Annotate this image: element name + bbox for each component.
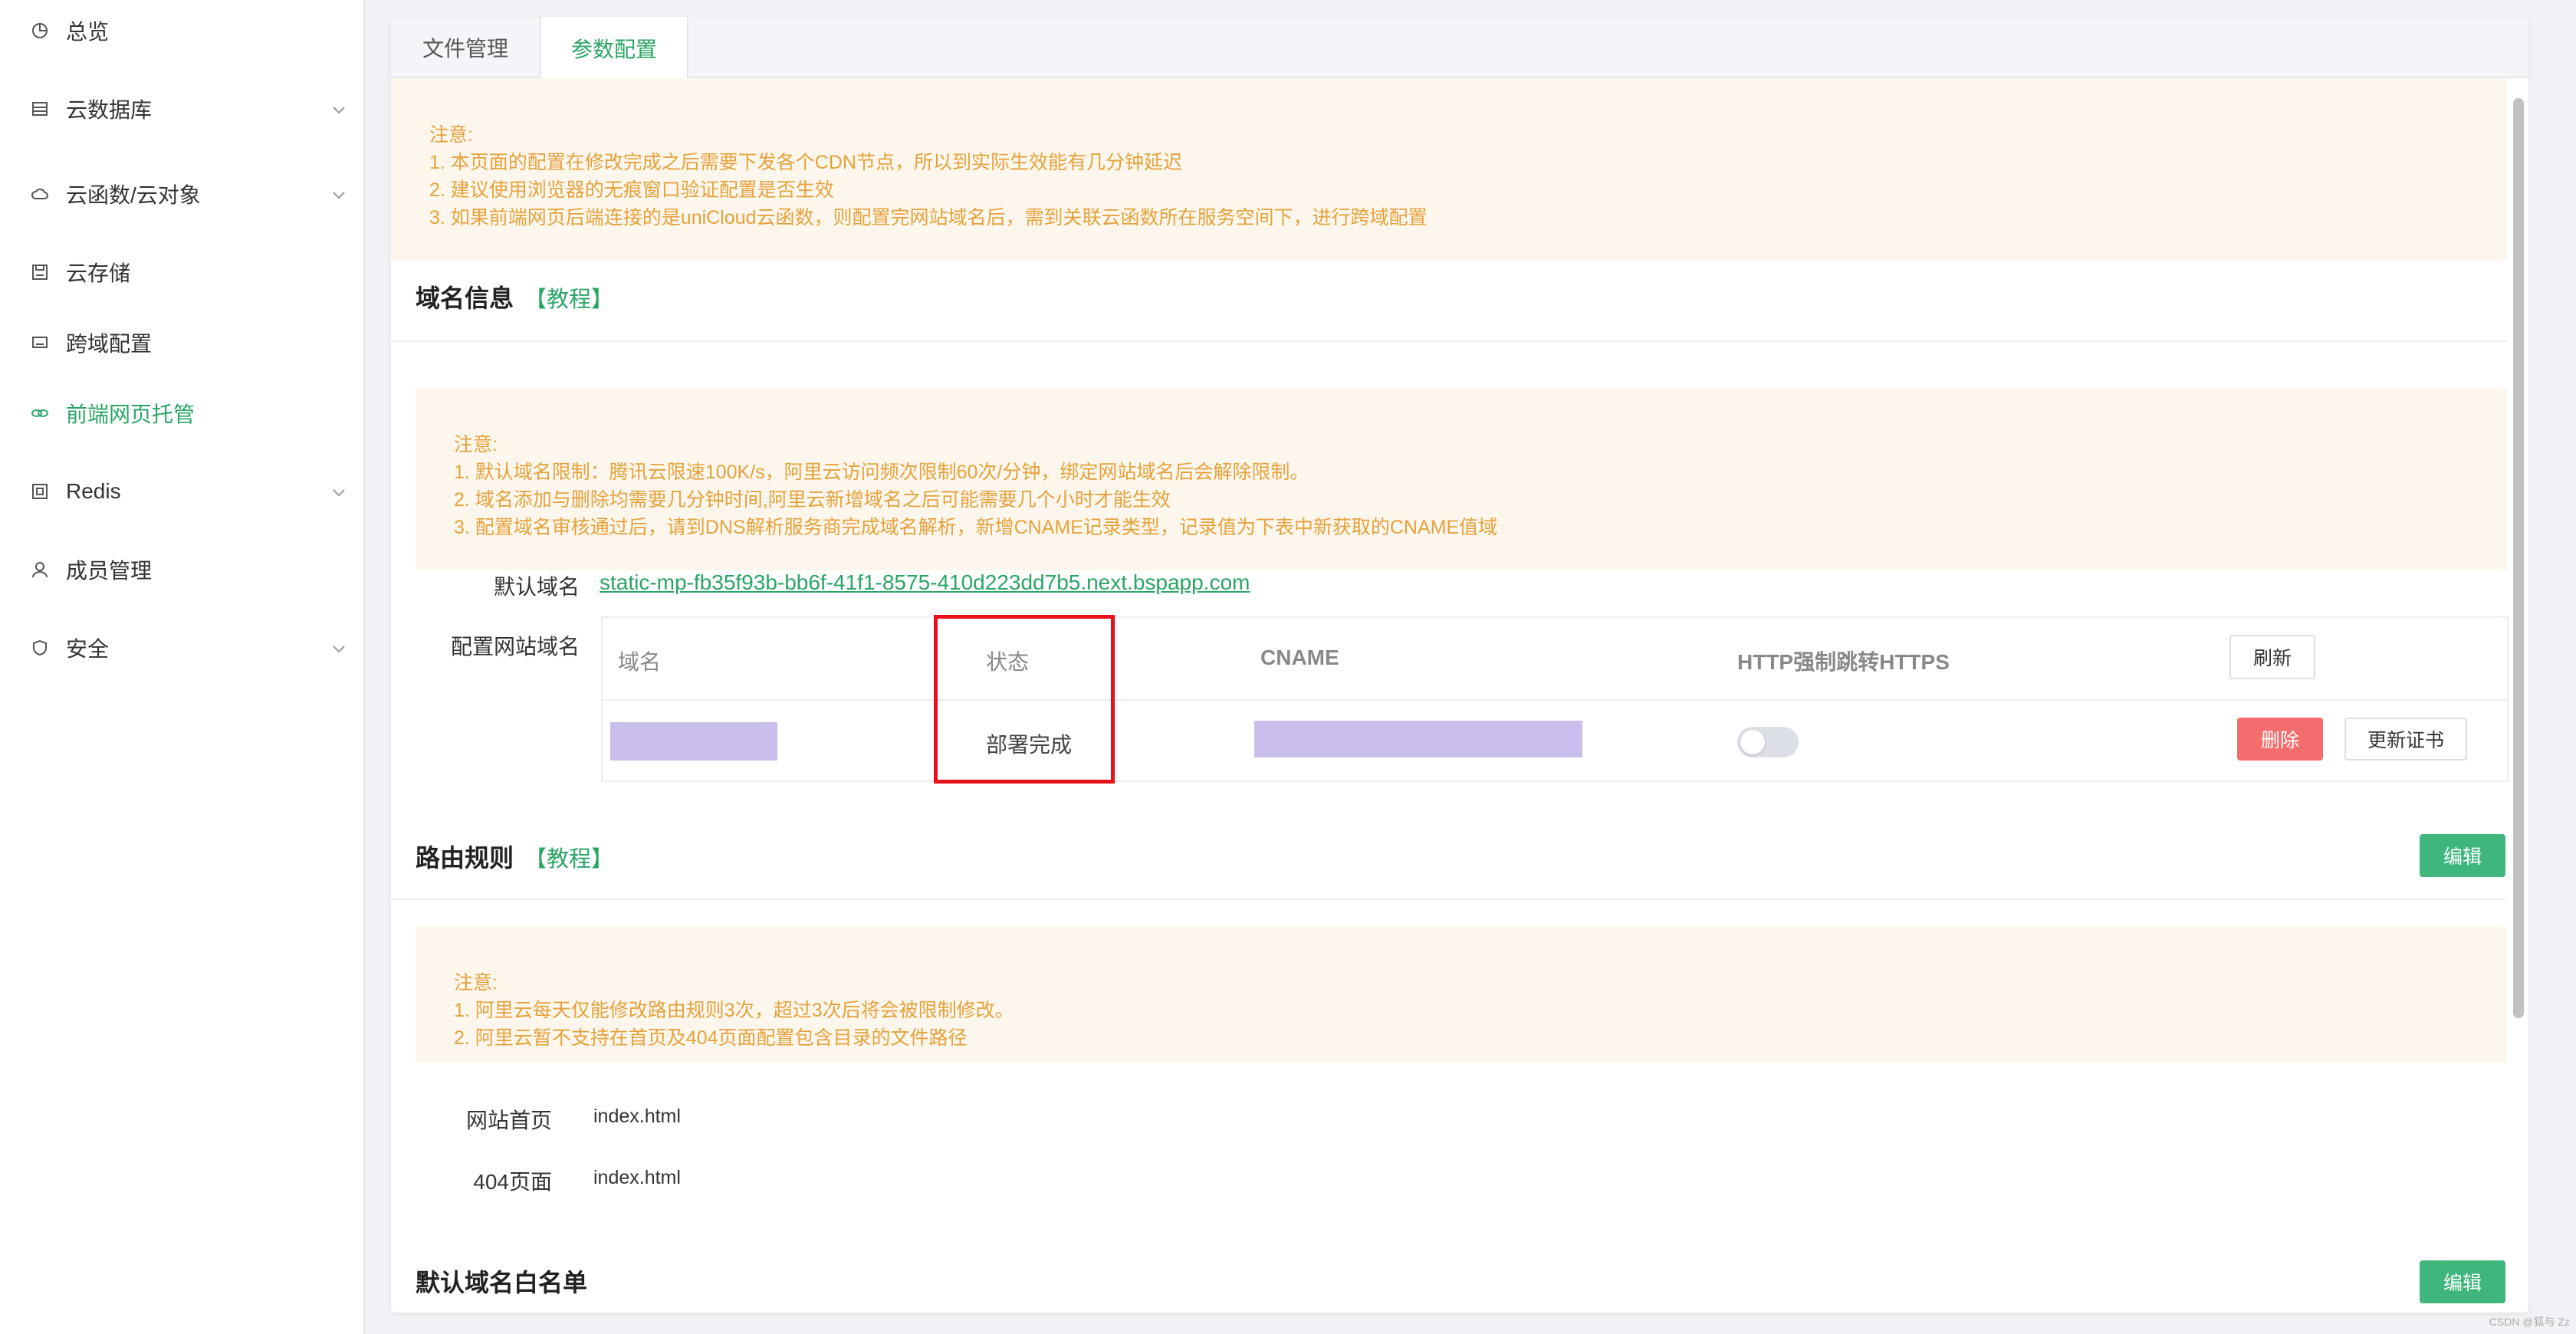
refresh-button[interactable]: 刷新 [2229,635,2315,679]
tab-param-config[interactable]: 参数配置 [540,17,688,80]
delete-button[interactable]: 删除 [2237,718,2323,761]
notice-line: 2. 建议使用浏览器的无痕窗口验证配置是否生效 [429,179,834,201]
chevron-down-icon [330,100,348,118]
route-tutorial-link[interactable]: 【教程】 [524,847,613,872]
notfound-page-value: index.html [593,1167,681,1188]
scrollbar-thumb[interactable] [2513,98,2524,1018]
whitelist-edit-button[interactable]: 编辑 [2420,1260,2505,1303]
domain-table: 域名 状态 CNAME HTTP强制跳转HTTPS 刷新 部署完成 删除 更新证… [601,616,2509,782]
notice-line: 3. 如果前端网页后端连接的是uniCloud云函数，则配置完网站域名后，需到关… [429,207,1428,228]
notice-line: 1. 默认域名限制：腾讯云限速100K/s，阿里云访问频次限制60次/分钟，绑定… [454,462,1309,483]
domain-notice: 注意: 1. 默认域名限制：腾讯云限速100K/s，阿里云访问频次限制60次/分… [416,388,2507,570]
main-panel: 文件管理 参数配置 注意: 1. 本页面的配置在修改完成之后需要下发各个CDN节… [391,17,2528,1313]
home-page-label: 网站首页 [465,1109,552,1132]
notfound-page-label: 404页面 [473,1170,552,1194]
whitelist-section-title: 默认域名白名单 [416,1269,588,1296]
domain-tutorial-link[interactable]: 【教程】 [524,288,613,312]
sidebar-item-security[interactable]: 安全 [0,617,365,678]
col-header-cname: CNAME [1260,646,1339,669]
sidebar-item-label: 成员管理 [66,559,153,583]
notice-title: 注意: [429,124,473,146]
sidebar-item-label: 云函数/云对象 [66,183,201,207]
sidebar: 总览 云数据库 云函数/云对象 云存储 跨域配置 前端网页托管 Redis 成员… [0,0,365,1334]
sidebar-item-label: Redis [66,479,121,503]
save-icon [31,263,49,281]
sidebar-item-database[interactable]: 云数据库 [0,78,365,140]
route-section-title: 路由规则 【教程】 [416,839,613,874]
top-notice: 注意: 1. 本页面的配置在修改完成之后需要下发各个CDN节点，所以到实际生效能… [391,78,2507,261]
default-domain-label: 默认域名 [493,575,580,599]
shield-icon [31,639,49,657]
cube-icon [31,482,49,501]
route-edit-button[interactable]: 编辑 [2420,834,2505,877]
chevron-down-icon [330,185,348,203]
chevron-down-icon [330,482,348,501]
home-page-value: index.html [593,1106,681,1127]
table-header: 域名 状态 CNAME HTTP强制跳转HTTPS 刷新 [603,618,2507,701]
sidebar-item-label: 前端网页托管 [66,402,196,426]
chevron-down-icon [330,639,348,657]
pie-chart-icon [31,21,49,40]
link-icon [31,404,49,422]
sidebar-item-hosting[interactable]: 前端网页托管 [0,383,365,444]
tab-file-management[interactable]: 文件管理 [391,17,540,78]
notice-line: 3. 配置域名审核通过后，请到DNS解析服务商完成域名解析，新增CNAME记录类… [454,517,1498,538]
site-domain-label: 配置网站域名 [450,635,580,659]
section-title-text: 域名信息 [416,284,514,312]
notice-line: 1. 阿里云每天仅能修改路由规则3次，超过3次后将会被限制修改。 [454,1000,1014,1021]
sidebar-item-overview[interactable]: 总览 [0,0,365,61]
user-icon [31,560,49,579]
redacted-cname [1254,721,1582,757]
section-title-text: 路由规则 [416,844,514,872]
sidebar-item-members[interactable]: 成员管理 [0,539,365,600]
redacted-domain [610,722,777,761]
domain-section-title: 域名信息 【教程】 [416,279,613,314]
divider [391,340,2507,342]
monitor-icon [31,334,49,352]
sidebar-item-redis[interactable]: Redis [0,461,365,522]
sidebar-item-label: 云数据库 [66,98,153,122]
default-domain-link[interactable]: static-mp-fb35f93b-bb6f-41f1-8575-410d22… [600,570,1250,595]
notice-line: 2. 域名添加与删除均需要几分钟时间,阿里云新增域名之后可能需要几个小时才能生效 [454,489,1171,511]
database-icon [31,100,49,118]
sidebar-item-storage[interactable]: 云存储 [0,242,365,303]
sidebar-item-cors[interactable]: 跨域配置 [0,312,365,373]
toggle-knob [1740,730,1765,754]
status-highlight-box [934,615,1115,784]
notice-line: 2. 阿里云暂不支持在首页及404页面配置包含目录的文件路径 [454,1027,968,1049]
notice-title: 注意: [454,972,498,994]
col-header-https: HTTP强制跳转HTTPS [1737,650,1950,674]
watermark: CSDN @狐与 Zz [2489,1316,2570,1328]
sidebar-item-label: 云存储 [66,261,131,285]
route-notice: 注意: 1. 阿里云每天仅能修改路由规则3次，超过3次后将会被限制修改。 2. … [416,926,2507,1063]
sidebar-item-cloud-functions[interactable]: 云函数/云对象 [0,163,365,225]
divider [391,899,2507,900]
sidebar-item-label: 跨域配置 [66,332,153,356]
renew-cert-button[interactable]: 更新证书 [2344,718,2467,761]
sidebar-item-label: 安全 [66,637,110,661]
sidebar-item-label: 总览 [66,20,110,44]
https-redirect-toggle[interactable] [1737,727,1799,757]
cloud-icon [31,185,49,203]
col-header-domain: 域名 [618,650,662,674]
notice-line: 1. 本页面的配置在修改完成之后需要下发各个CDN节点，所以到实际生效能有几分钟… [429,152,1182,173]
tab-bar: 文件管理 参数配置 [391,17,2528,80]
notice-title: 注意: [454,434,498,455]
